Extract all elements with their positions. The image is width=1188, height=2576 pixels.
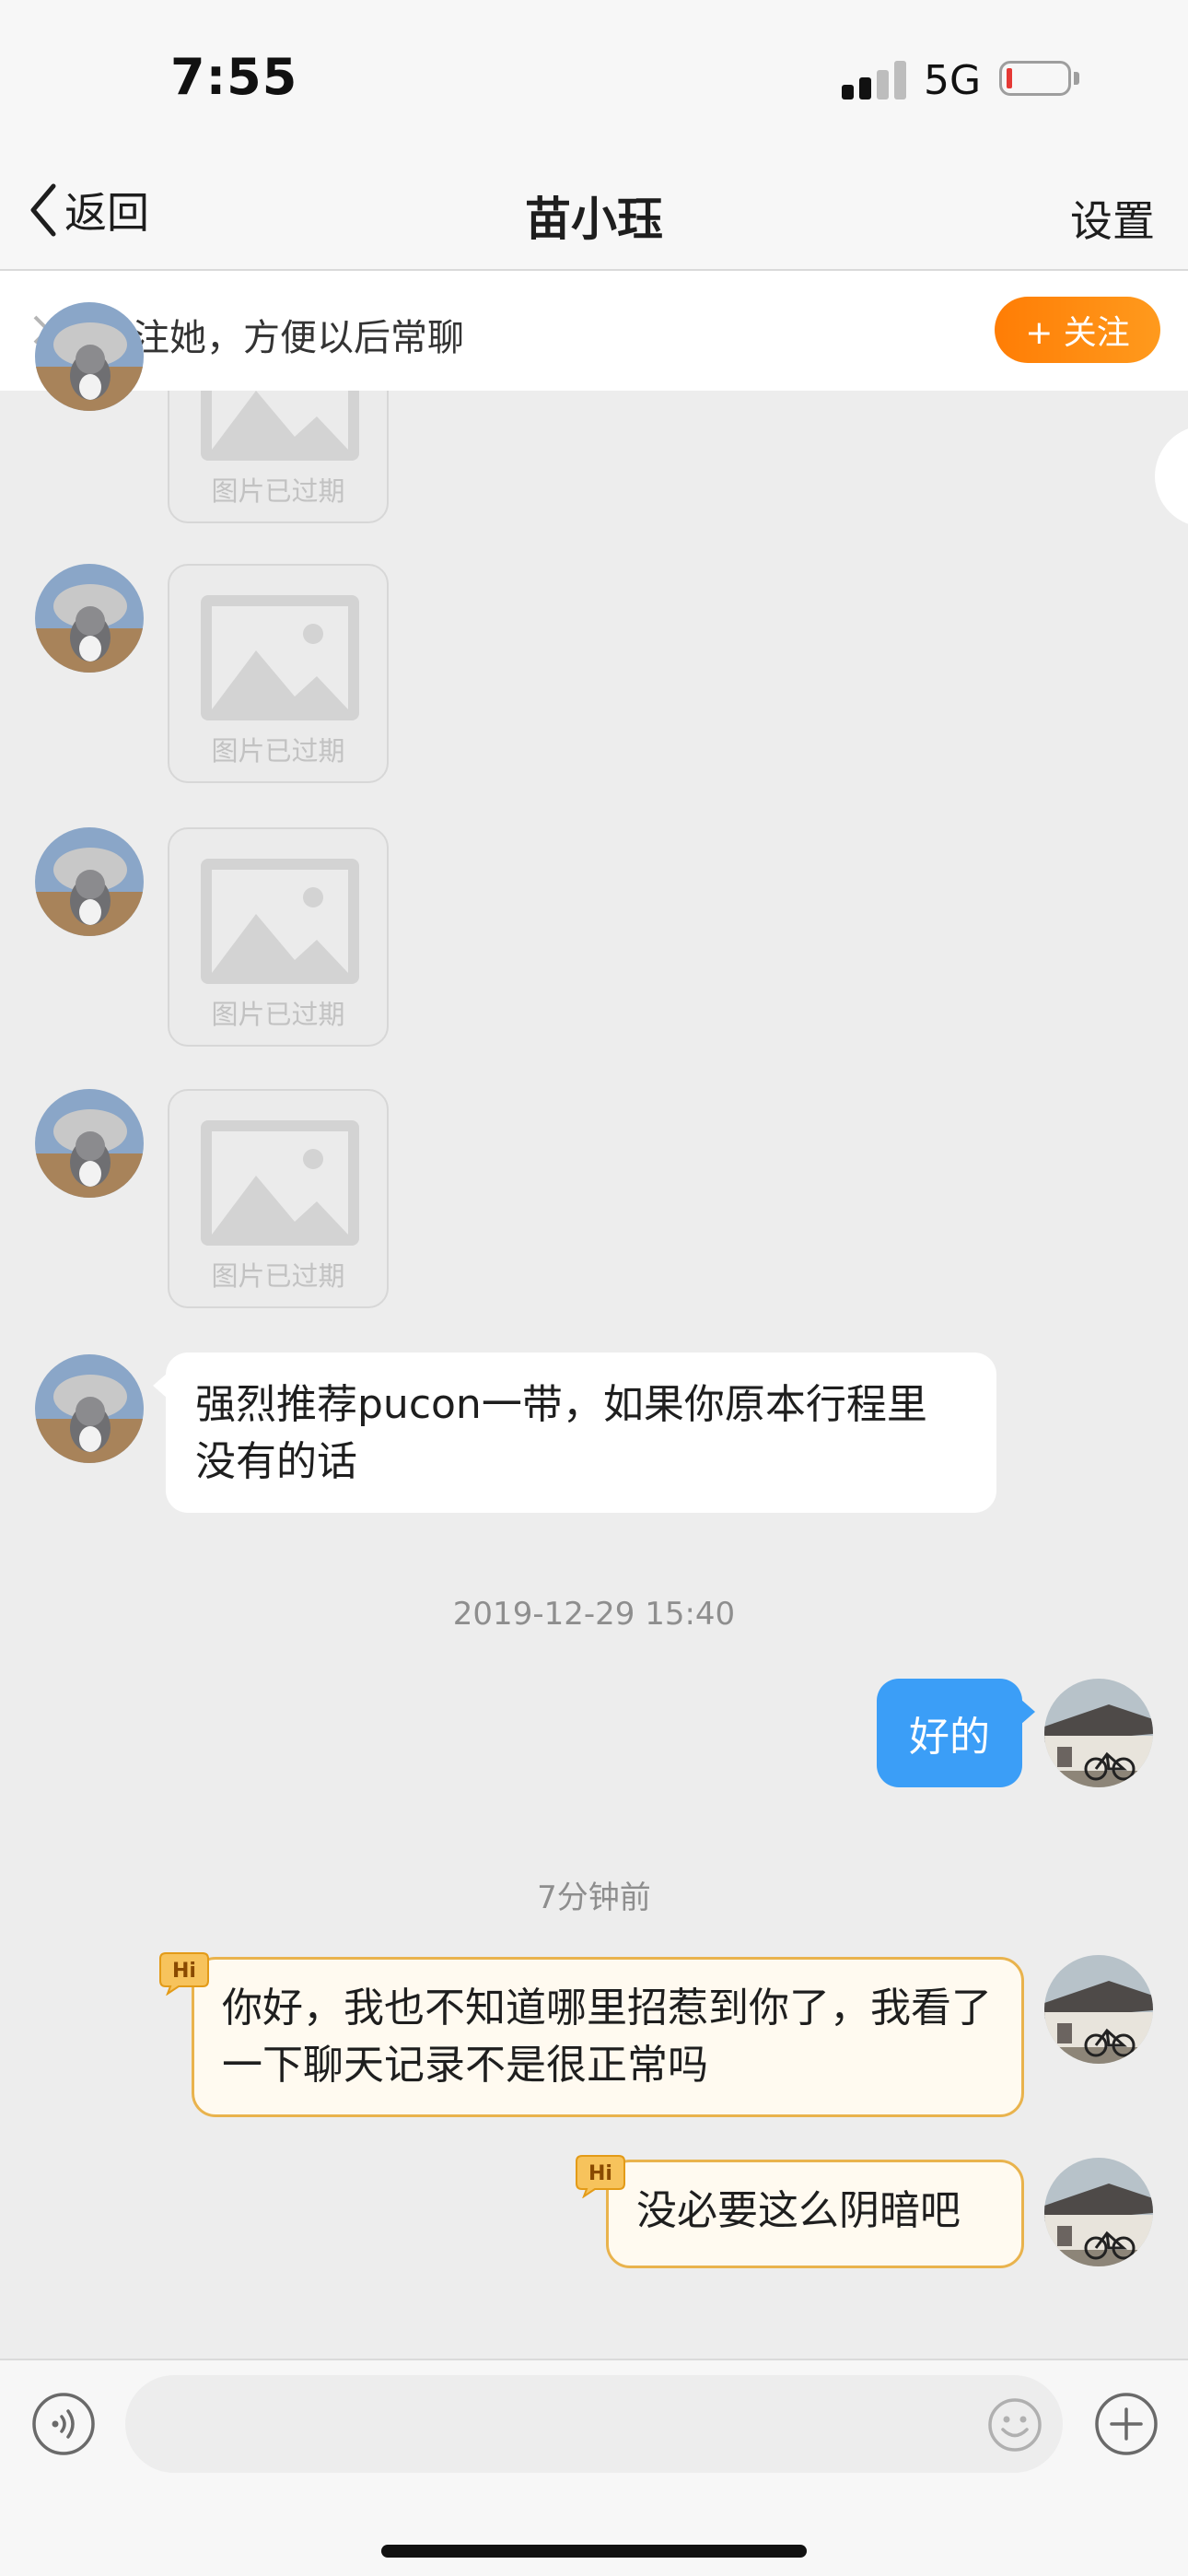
signal-strength-icon bbox=[842, 61, 906, 100]
my-avatar[interactable] bbox=[1044, 1955, 1153, 2064]
expired-image-message[interactable]: 图片已过期 bbox=[168, 827, 389, 1047]
status-bar: 7:55 5G bbox=[0, 0, 1188, 157]
message-text: 好的 bbox=[909, 1714, 990, 1761]
page-title: 苗小珏 bbox=[525, 193, 663, 246]
contact-avatar[interactable] bbox=[35, 1354, 144, 1463]
expired-caption: 图片已过期 bbox=[211, 735, 345, 767]
expired-image-message[interactable]: 图片已过期 bbox=[168, 564, 389, 783]
follow-banner: 关注她，方便以后常聊 + 关注 bbox=[0, 271, 1188, 391]
hi-badge-icon: Hi bbox=[576, 2155, 625, 2198]
image-placeholder-icon bbox=[201, 595, 359, 720]
follow-button[interactable]: + 关注 bbox=[995, 297, 1160, 363]
battery-icon bbox=[999, 61, 1071, 96]
status-time: 7:55 bbox=[170, 48, 298, 106]
hi-badge-text: Hi bbox=[588, 2162, 612, 2185]
contact-avatar[interactable] bbox=[35, 827, 144, 936]
image-placeholder-icon bbox=[201, 1120, 359, 1246]
received-text-message[interactable]: 强烈推荐pucon一带，如果你原本行程里没有的话 bbox=[153, 1352, 996, 1513]
battery-tip bbox=[1074, 72, 1079, 85]
network-type: 5G bbox=[924, 57, 982, 104]
hi-badge-text: Hi bbox=[172, 1960, 196, 1983]
my-avatar[interactable] bbox=[1044, 1679, 1153, 1787]
sent-greeting-message[interactable]: 你好，我也不知道哪里招惹到你了，我看了一下聊天记录不是很正常吗 bbox=[192, 1957, 1024, 2117]
home-indicator[interactable] bbox=[381, 2545, 807, 2558]
back-label: 返回 bbox=[64, 188, 149, 238]
voice-input-icon[interactable] bbox=[31, 2392, 96, 2456]
timestamp: 7分钟前 bbox=[537, 1879, 651, 1916]
input-bar bbox=[0, 2359, 1188, 2576]
message-input[interactable] bbox=[125, 2375, 1063, 2473]
my-avatar[interactable] bbox=[1044, 2158, 1153, 2266]
hi-badge-icon: Hi bbox=[159, 1952, 209, 1996]
contact-avatar[interactable] bbox=[35, 564, 144, 673]
image-placeholder-icon bbox=[201, 859, 359, 984]
chevron-left-icon bbox=[30, 183, 56, 237]
settings-button[interactable]: 设置 bbox=[1070, 188, 1155, 249]
message-text: 强烈推荐pucon一带，如果你原本行程里没有的话 bbox=[195, 1381, 927, 1485]
message-text: 你好，我也不知道哪里招惹到你了，我看了一下聊天记录不是很正常吗 bbox=[222, 1985, 992, 2089]
expired-caption: 图片已过期 bbox=[211, 999, 345, 1030]
nav-bar: 苗小珏 返回 设置 bbox=[0, 157, 1188, 271]
sent-greeting-message[interactable]: 没必要这么阴暗吧 bbox=[606, 2160, 1024, 2268]
follow-prompt-text: 关注她，方便以后常聊 bbox=[96, 317, 464, 359]
expired-image-message[interactable]: 图片已过期 bbox=[168, 1089, 389, 1308]
timestamp: 2019-12-29 15:40 bbox=[452, 1596, 736, 1633]
message-text: 没必要这么阴暗吧 bbox=[636, 2187, 961, 2234]
floating-edge-handle[interactable] bbox=[1155, 426, 1188, 527]
emoji-icon[interactable] bbox=[987, 2397, 1042, 2453]
expired-caption: 图片已过期 bbox=[211, 1260, 345, 1292]
expired-caption: 图片已过期 bbox=[211, 475, 345, 507]
sent-text-message[interactable]: 好的 bbox=[877, 1679, 1035, 1787]
contact-avatar[interactable] bbox=[35, 1089, 144, 1198]
contact-avatar[interactable] bbox=[35, 302, 144, 411]
back-button[interactable]: 返回 bbox=[28, 177, 149, 243]
add-attachment-icon[interactable] bbox=[1094, 2392, 1159, 2456]
